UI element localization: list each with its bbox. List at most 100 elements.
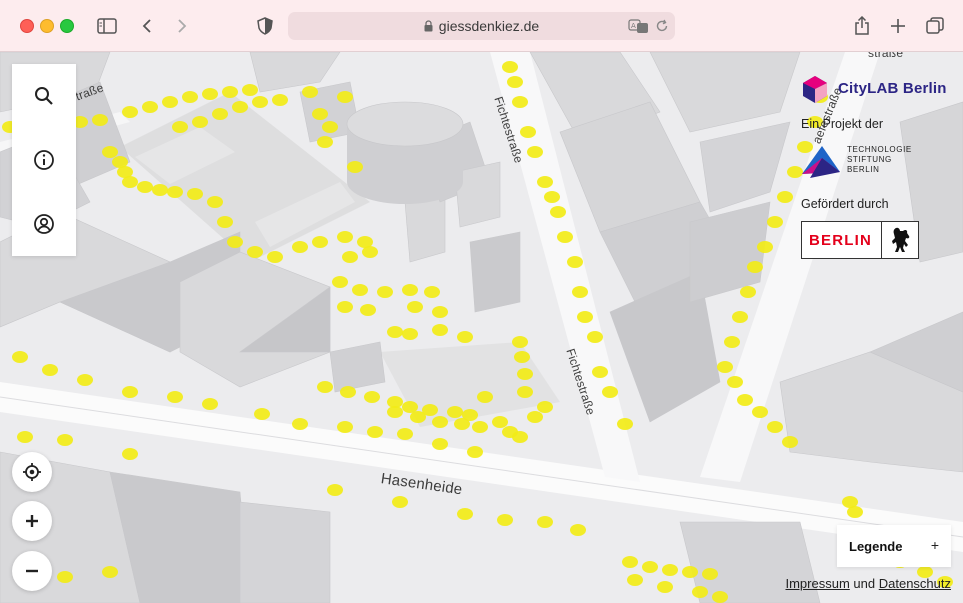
tree-marker[interactable] <box>502 61 518 73</box>
tree-marker[interactable] <box>337 91 353 103</box>
tree-marker[interactable] <box>517 386 533 398</box>
tree-marker[interactable] <box>317 136 333 148</box>
tree-marker[interactable] <box>767 216 783 228</box>
tree-marker[interactable] <box>747 261 763 273</box>
tree-marker[interactable] <box>367 426 383 438</box>
new-tab-icon[interactable] <box>886 14 910 38</box>
close-window-button[interactable] <box>20 19 34 33</box>
minimize-window-button[interactable] <box>40 19 54 33</box>
tree-marker[interactable] <box>682 566 698 578</box>
tree-marker[interactable] <box>537 401 553 413</box>
tree-marker[interactable] <box>272 94 288 106</box>
tree-marker[interactable] <box>550 206 566 218</box>
tree-marker[interactable] <box>402 284 418 296</box>
tree-marker[interactable] <box>242 84 258 96</box>
tree-marker[interactable] <box>570 524 586 536</box>
tree-marker[interactable] <box>507 76 523 88</box>
tree-marker[interactable] <box>472 421 488 433</box>
zoom-window-button[interactable] <box>60 19 74 33</box>
tree-marker[interactable] <box>187 188 203 200</box>
tree-marker[interactable] <box>232 101 248 113</box>
tree-marker[interactable] <box>702 568 718 580</box>
tree-marker[interactable] <box>322 121 338 133</box>
tree-marker[interactable] <box>727 376 743 388</box>
tree-marker[interactable] <box>572 286 588 298</box>
back-icon[interactable] <box>135 14 159 38</box>
tree-marker[interactable] <box>520 126 536 138</box>
tree-marker[interactable] <box>622 556 638 568</box>
tree-marker[interactable] <box>142 101 158 113</box>
tree-marker[interactable] <box>537 516 553 528</box>
technologiestiftung-logo[interactable]: TECHNOLOGIE STIFTUNG BERLIN <box>800 142 920 182</box>
tree-marker[interactable] <box>527 411 543 423</box>
tree-marker[interactable] <box>514 351 530 363</box>
share-icon[interactable] <box>850 14 874 38</box>
tree-marker[interactable] <box>557 231 573 243</box>
tree-marker[interactable] <box>122 106 138 118</box>
tree-marker[interactable] <box>202 88 218 100</box>
tree-marker[interactable] <box>182 91 198 103</box>
tree-marker[interactable] <box>782 436 798 448</box>
tree-marker[interactable] <box>342 251 358 263</box>
tree-marker[interactable] <box>642 561 658 573</box>
tree-marker[interactable] <box>454 418 470 430</box>
search-button[interactable] <box>12 64 76 128</box>
tree-marker[interactable] <box>12 351 28 363</box>
tree-marker[interactable] <box>57 434 73 446</box>
info-button[interactable] <box>12 128 76 192</box>
tree-marker[interactable] <box>222 86 238 98</box>
tree-marker[interactable] <box>432 324 448 336</box>
datenschutz-link[interactable]: Datenschutz <box>879 576 951 591</box>
tree-marker[interactable] <box>457 508 473 520</box>
tree-marker[interactable] <box>227 236 243 248</box>
forward-icon[interactable] <box>170 14 194 38</box>
tree-marker[interactable] <box>327 484 343 496</box>
tree-marker[interactable] <box>737 394 753 406</box>
tab-overview-icon[interactable] <box>923 14 947 38</box>
tree-marker[interactable] <box>247 246 263 258</box>
tree-marker[interactable] <box>167 391 183 403</box>
tree-marker[interactable] <box>92 114 108 126</box>
tree-marker[interactable] <box>252 96 268 108</box>
berlin-logo[interactable]: BERLIN <box>801 221 919 259</box>
tree-marker[interactable] <box>352 284 368 296</box>
tree-marker[interactable] <box>292 418 308 430</box>
tree-marker[interactable] <box>724 336 740 348</box>
tree-marker[interactable] <box>432 306 448 318</box>
tree-marker[interactable] <box>692 586 708 598</box>
tree-marker[interactable] <box>752 406 768 418</box>
tree-marker[interactable] <box>577 311 593 323</box>
tree-marker[interactable] <box>410 411 426 423</box>
tree-marker[interactable] <box>202 398 218 410</box>
tree-marker[interactable] <box>207 196 223 208</box>
tree-marker[interactable] <box>587 331 603 343</box>
tree-marker[interactable] <box>337 301 353 313</box>
tree-marker[interactable] <box>512 431 528 443</box>
tree-marker[interactable] <box>77 374 93 386</box>
translate-icon[interactable]: A <box>628 18 650 39</box>
tree-marker[interactable] <box>397 428 413 440</box>
tree-marker[interactable] <box>337 231 353 243</box>
map-canvas[interactable]: Fichtestraße Fichtestraße Hasenheide str… <box>0 52 963 603</box>
tree-marker[interactable] <box>387 326 403 338</box>
tree-marker[interactable] <box>477 391 493 403</box>
tree-marker[interactable] <box>567 256 583 268</box>
privacy-shield-icon[interactable] <box>253 14 277 38</box>
tree-marker[interactable] <box>392 496 408 508</box>
tree-marker[interactable] <box>57 571 73 583</box>
sidebar-toggle-icon[interactable] <box>95 14 119 38</box>
tree-marker[interactable] <box>517 368 533 380</box>
tree-marker[interactable] <box>362 246 378 258</box>
tree-marker[interactable] <box>432 438 448 450</box>
legend-toggle[interactable]: Legende + <box>837 525 951 567</box>
profile-button[interactable] <box>12 192 76 256</box>
tree-marker[interactable] <box>167 186 183 198</box>
tree-marker[interactable] <box>492 416 508 428</box>
impressum-link[interactable]: Impressum <box>785 576 849 591</box>
tree-marker[interactable] <box>332 276 348 288</box>
tree-marker[interactable] <box>512 336 528 348</box>
tree-marker[interactable] <box>407 301 423 313</box>
tree-marker[interactable] <box>172 121 188 133</box>
address-bar[interactable]: giessdenkiez.de A <box>288 12 675 40</box>
tree-marker[interactable] <box>467 446 483 458</box>
